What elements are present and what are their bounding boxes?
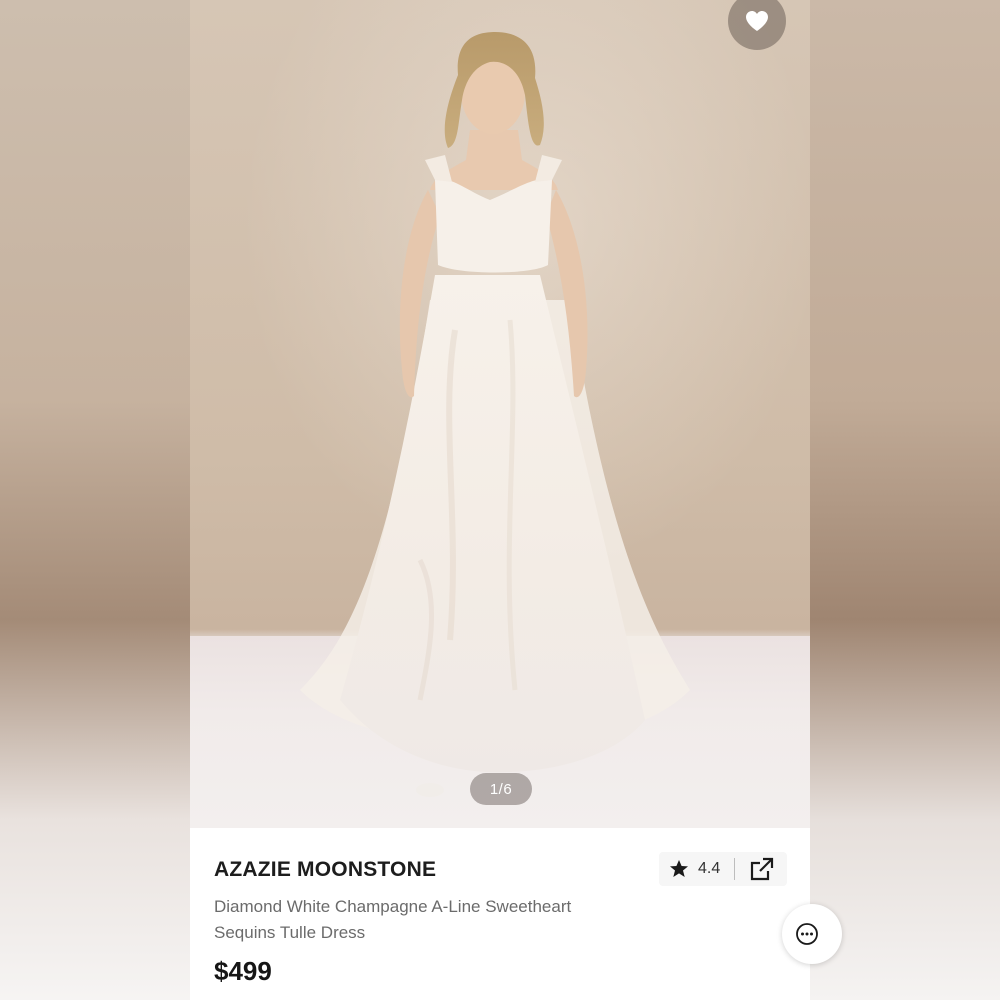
description-line-1: Diamond White Champagne A-Line Sweethear… (214, 897, 572, 916)
product-brand[interactable]: AZAZIE MOONSTONE (214, 858, 436, 882)
image-counter: 1/6 (470, 773, 532, 805)
blurred-background-left (0, 0, 190, 1000)
chat-button[interactable] (782, 904, 842, 964)
product-card[interactable]: 1/6 AZAZIE MOONSTONE 4.4 Diamond White C… (190, 0, 810, 1000)
model-in-dress-illustration (300, 32, 690, 797)
product-info: AZAZIE MOONSTONE 4.4 Diamond White Champ… (190, 828, 810, 1000)
product-image[interactable]: 1/6 (190, 0, 810, 828)
rating-value: 4.4 (698, 860, 721, 877)
blurred-background-right (810, 0, 1000, 1000)
product-description[interactable]: Diamond White Champagne A-Line Sweethear… (214, 894, 644, 946)
external-link-icon[interactable] (749, 856, 775, 882)
heart-icon (745, 10, 769, 32)
product-price: $499 (214, 956, 272, 986)
star-icon (669, 859, 689, 879)
rating-and-share: 4.4 (659, 852, 787, 886)
description-line-2: Sequins Tulle Dress (214, 923, 366, 942)
chat-bubble-icon (795, 922, 819, 946)
divider (734, 858, 736, 880)
